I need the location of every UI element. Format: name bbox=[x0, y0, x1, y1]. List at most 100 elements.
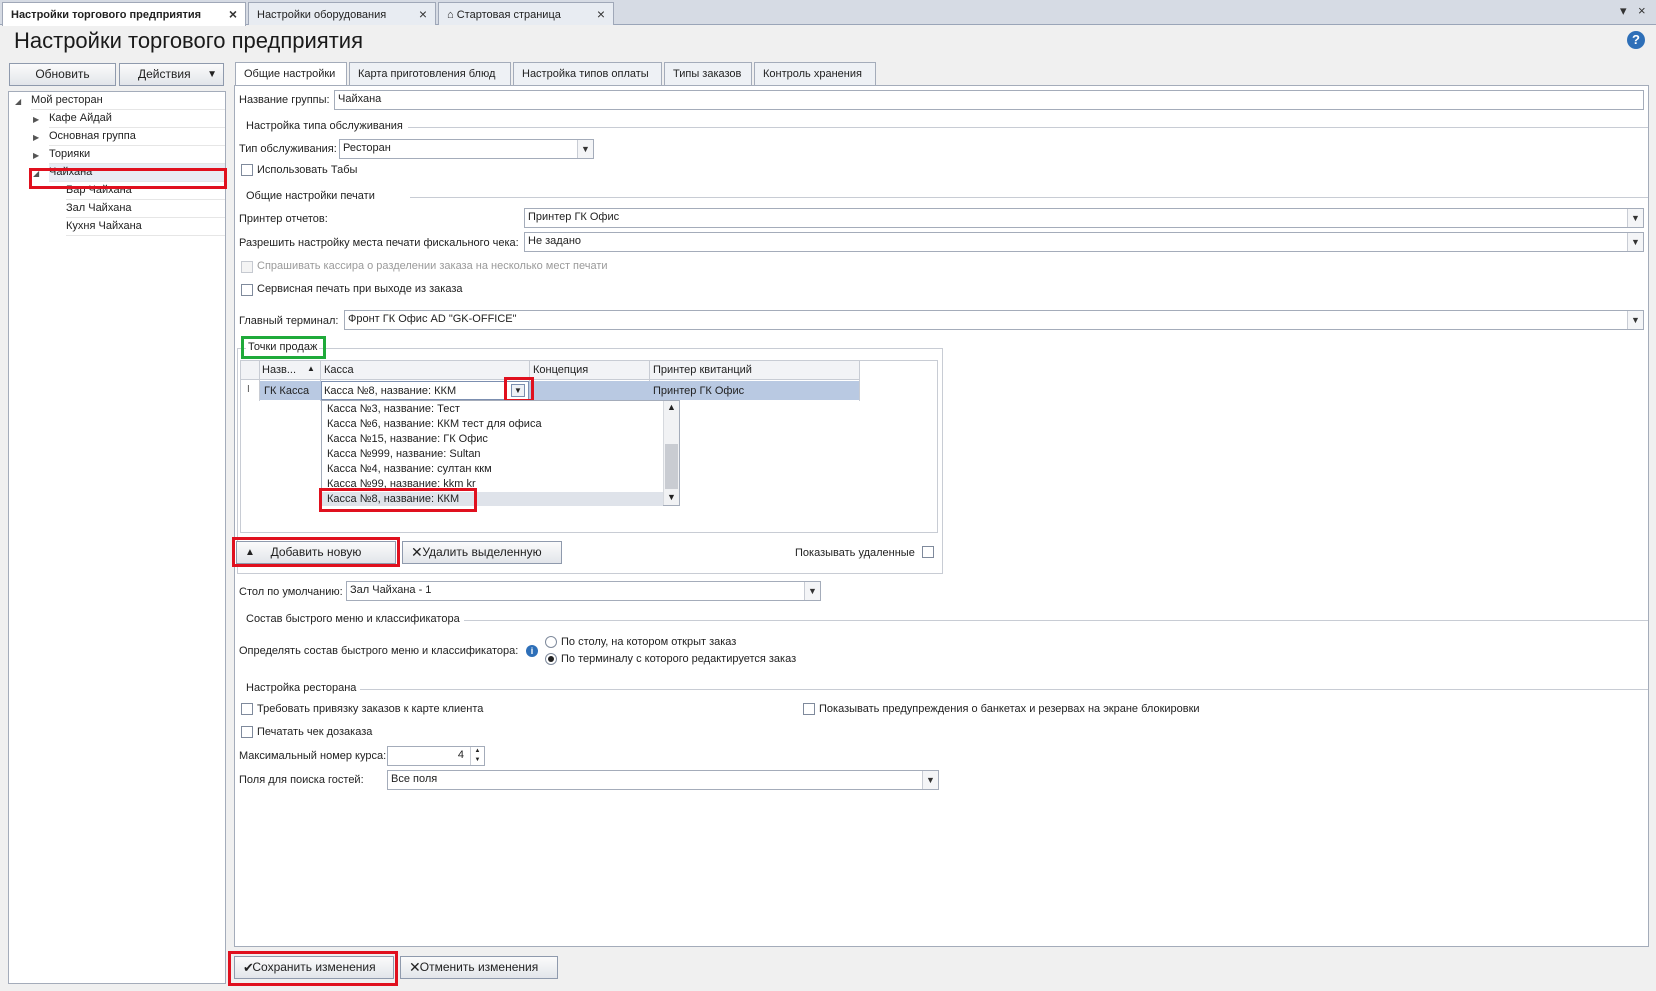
expand-arrow-icon[interactable]: ▶ bbox=[33, 115, 39, 124]
max-course-value: 4 bbox=[457, 749, 464, 761]
ask-cashier-checkbox bbox=[241, 261, 253, 273]
delete-selected-button[interactable]: ✕ Удалить выделенную bbox=[402, 541, 562, 564]
ask-cashier-label: Спрашивать кассира о разделении заказа н… bbox=[257, 260, 608, 272]
chevron-down-icon[interactable]: ▼ bbox=[922, 771, 938, 789]
dropdown-option[interactable]: Касса №3, название: Тест bbox=[327, 403, 460, 415]
column-header-printer[interactable]: Принтер квитанций bbox=[653, 364, 843, 376]
guest-search-value: Все поля bbox=[391, 773, 438, 785]
tree-item-root[interactable]: Мой ресторан bbox=[31, 92, 225, 110]
max-course-stepper[interactable]: 4 ▲ ▼ bbox=[387, 746, 485, 766]
default-table-select[interactable]: Зал Чайхана - 1 ▼ bbox=[346, 581, 821, 601]
cancel-changes-button[interactable]: ✕ Отменить изменения bbox=[400, 956, 558, 979]
row-printer-cell[interactable]: Принтер ГК Офис bbox=[653, 385, 843, 397]
highlight-box bbox=[504, 377, 534, 402]
fiscal-print-value: Не задано bbox=[528, 235, 582, 247]
close-icon[interactable]: × bbox=[229, 6, 237, 22]
column-divider bbox=[859, 361, 860, 401]
column-header-name[interactable]: Назв... bbox=[262, 364, 306, 376]
quick-menu-section-title: Состав быстрого меню и классификатора bbox=[246, 613, 460, 625]
home-icon: ⌂ bbox=[447, 9, 454, 21]
quick-menu-by-terminal-label: По терминалу с которого редактируется за… bbox=[561, 653, 797, 665]
show-warnings-label: Показывать предупреждения о банкетах и р… bbox=[819, 703, 1200, 715]
page-title: Настройки торгового предприятия bbox=[14, 28, 363, 53]
highlight-box bbox=[29, 168, 227, 189]
row-name-cell[interactable]: ГК Касса bbox=[264, 385, 318, 397]
chevron-down-icon[interactable]: ▼ bbox=[577, 140, 593, 158]
dropdown-scrollbar[interactable]: ▲ ▼ bbox=[663, 401, 679, 505]
close-icon: ✕ bbox=[411, 544, 423, 560]
dropdown-option[interactable]: Касса №999, название: Sultan bbox=[327, 448, 481, 460]
tab-general-settings[interactable]: Общие настройки bbox=[235, 62, 347, 86]
scroll-up-icon[interactable]: ▲ bbox=[667, 402, 676, 412]
doc-tab-start-page[interactable]: ⌂ Стартовая страница × bbox=[438, 2, 614, 25]
help-icon[interactable]: ? bbox=[1627, 31, 1645, 49]
report-printer-select[interactable]: Принтер ГК Офис ▼ bbox=[524, 208, 1644, 228]
expand-arrow-icon[interactable]: ▶ bbox=[33, 133, 39, 142]
tab-dish-preparation[interactable]: Карта приготовления блюд bbox=[349, 62, 511, 85]
chevron-down-icon[interactable]: ▼ bbox=[804, 582, 820, 600]
close-icon[interactable]: × bbox=[597, 6, 605, 22]
delete-selected-label: Удалить выделенную bbox=[422, 545, 542, 559]
default-table-value: Зал Чайхана - 1 bbox=[350, 584, 432, 596]
doc-tab-label: Настройки оборудования bbox=[257, 9, 387, 21]
group-name-input[interactable]: Чайхана bbox=[334, 90, 1644, 110]
dropdown-option[interactable]: Касса №15, название: ГК Офис bbox=[327, 433, 488, 445]
fiscal-print-select[interactable]: Не задано ▼ bbox=[524, 232, 1644, 252]
chevron-down-icon[interactable]: ▼ bbox=[1627, 209, 1643, 227]
column-header-cash[interactable]: Касса bbox=[324, 364, 524, 376]
tree-item-cafe-aiday[interactable]: Кафе Айдай bbox=[49, 110, 225, 128]
scrollbar-thumb[interactable] bbox=[665, 444, 678, 489]
column-header-concept[interactable]: Концепция bbox=[533, 364, 643, 376]
chevron-down-icon: ▼ bbox=[207, 69, 217, 80]
tree-item-hall-chaikhana[interactable]: Зал Чайхана bbox=[66, 200, 225, 218]
close-icon[interactable]: × bbox=[419, 6, 427, 22]
chevron-down-icon[interactable]: ▼ bbox=[1627, 233, 1643, 251]
expand-arrow-icon[interactable]: ▶ bbox=[33, 151, 39, 160]
show-deleted-checkbox[interactable] bbox=[922, 546, 934, 558]
cash-cell-editor[interactable]: Касса №8, название: ККМ ▼ bbox=[321, 381, 529, 400]
quick-menu-by-terminal-radio[interactable] bbox=[545, 653, 557, 665]
quick-menu-by-table-label: По столу, на котором открыт заказ bbox=[561, 636, 737, 648]
tab-list-icon[interactable]: ▾ bbox=[1620, 3, 1627, 19]
main-terminal-select[interactable]: Фронт ГК Офис AD "GK-OFFICE" ▼ bbox=[344, 310, 1644, 330]
report-printer-label: Принтер отчетов: bbox=[239, 213, 328, 225]
service-type-select[interactable]: Ресторан ▼ bbox=[339, 139, 594, 159]
doc-tab-equipment-settings[interactable]: Настройки оборудования × bbox=[248, 2, 436, 25]
tree-item-toriyaki[interactable]: Торияки bbox=[49, 146, 225, 164]
print-extra-check-checkbox[interactable] bbox=[241, 726, 253, 738]
info-icon[interactable]: i bbox=[526, 645, 538, 657]
group-name-label: Название группы: bbox=[239, 94, 330, 106]
dropdown-option[interactable]: Касса №4, название: султан ккм bbox=[327, 463, 492, 475]
tab-storage-control[interactable]: Контроль хранения bbox=[754, 62, 876, 85]
use-tabs-label: Использовать Табы bbox=[257, 164, 358, 176]
scroll-down-icon[interactable]: ▼ bbox=[667, 492, 676, 502]
section-divider bbox=[360, 689, 1648, 690]
show-warnings-checkbox[interactable] bbox=[803, 703, 815, 715]
tree-item-kitchen-chaikhana[interactable]: Кухня Чайхана bbox=[66, 218, 225, 236]
actions-button[interactable]: Действия ▼ bbox=[119, 63, 224, 86]
refresh-button[interactable]: Обновить bbox=[9, 63, 116, 86]
spin-arrows-icon[interactable]: ▲ ▼ bbox=[470, 747, 484, 765]
tab-order-types[interactable]: Типы заказов bbox=[664, 62, 752, 85]
highlight-box bbox=[319, 488, 477, 512]
row-edit-indicator-icon: I bbox=[247, 384, 250, 395]
chevron-down-icon[interactable]: ▼ bbox=[1627, 311, 1643, 329]
tree-item-main-group[interactable]: Основная группа bbox=[49, 128, 225, 146]
require-card-checkbox[interactable] bbox=[241, 703, 253, 715]
default-table-label: Стол по умолчанию: bbox=[239, 586, 343, 598]
dropdown-option[interactable]: Касса №6, название: ККМ тест для офиса bbox=[327, 418, 542, 430]
guest-search-label: Поля для поиска гостей: bbox=[239, 774, 364, 786]
use-tabs-checkbox[interactable] bbox=[241, 164, 253, 176]
quick-menu-by-table-radio[interactable] bbox=[545, 636, 557, 648]
section-divider bbox=[464, 620, 1648, 621]
doc-tab-enterprise-settings[interactable]: Настройки торгового предприятия × bbox=[2, 2, 246, 26]
restaurant-section-title: Настройка ресторана bbox=[246, 682, 357, 694]
collapse-arrow-icon[interactable]: ◢ bbox=[15, 97, 21, 106]
doc-tab-label: Настройки торгового предприятия bbox=[11, 9, 202, 21]
service-print-checkbox[interactable] bbox=[241, 284, 253, 296]
guest-search-select[interactable]: Все поля ▼ bbox=[387, 770, 939, 790]
close-all-icon[interactable]: × bbox=[1638, 3, 1646, 18]
fiscal-print-label: Разрешить настройку места печати фискаль… bbox=[239, 237, 519, 249]
main-terminal-value: Фронт ГК Офис AD "GK-OFFICE" bbox=[348, 313, 517, 325]
tab-payment-types[interactable]: Настройка типов оплаты bbox=[513, 62, 662, 85]
